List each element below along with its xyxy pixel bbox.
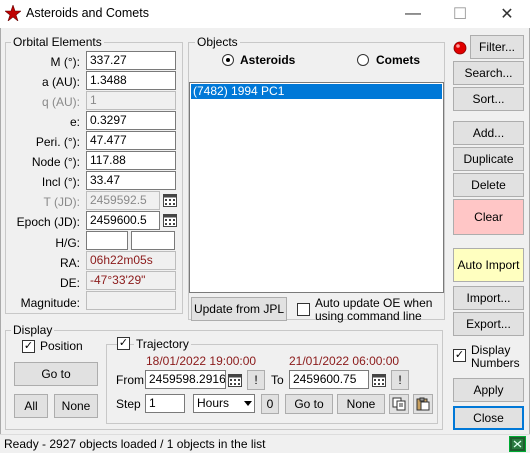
copy-icon xyxy=(392,397,406,411)
q-label: q (AU): xyxy=(41,95,80,109)
app-star-icon xyxy=(5,5,21,21)
m-label: M (°): xyxy=(50,55,80,69)
from-now-button[interactable]: ! xyxy=(247,370,265,390)
hg-label: H/G: xyxy=(55,236,80,250)
clear-button[interactable]: Clear xyxy=(453,199,524,235)
resize-grip-icon[interactable] xyxy=(509,436,526,452)
incl-input[interactable]: 33.47 xyxy=(86,171,176,190)
trajectory-none-button[interactable]: None xyxy=(337,394,385,414)
step-zero-button[interactable]: 0 xyxy=(261,394,279,414)
title-bar: Asteroids and Comets — ☐ ✕ xyxy=(0,0,530,28)
node-label: Node (°): xyxy=(31,155,80,169)
filter-led-icon xyxy=(453,41,467,55)
status-text: Ready - 2927 objects loaded / 1 objects … xyxy=(4,437,266,451)
window-title: Asteroids and Comets xyxy=(26,6,149,20)
auto-import-button[interactable]: Auto Import xyxy=(453,248,524,282)
auto-update-checkbox[interactable] xyxy=(297,303,310,316)
export-button[interactable]: Export... xyxy=(453,312,524,336)
incl-label: Incl (°): xyxy=(41,175,80,189)
minimize-button[interactable]: — xyxy=(390,0,436,28)
node-input[interactable]: 117.88 xyxy=(86,151,176,170)
t-input: 2459592.5 xyxy=(86,191,160,210)
t-calendar-icon[interactable] xyxy=(163,193,177,207)
close-window-button[interactable]: ✕ xyxy=(484,0,530,28)
to-input[interactable]: 2459600.75 xyxy=(289,370,369,389)
e-input[interactable]: 0.3297 xyxy=(86,111,176,130)
peri-input[interactable]: 47.477 xyxy=(86,131,176,150)
e-label: e: xyxy=(69,115,80,129)
all-button[interactable]: All xyxy=(14,394,48,418)
peri-label: Peri. (°): xyxy=(35,135,80,149)
to-date-text: 21/01/2022 06:00:00 xyxy=(289,354,400,368)
step-input[interactable]: 1 xyxy=(145,394,185,413)
from-date-text: 18/01/2022 19:00:00 xyxy=(146,354,257,368)
position-label: Position xyxy=(40,339,83,353)
t-label: T (JD): xyxy=(43,195,80,209)
goto-button[interactable]: Go to xyxy=(14,362,98,386)
add-button[interactable]: Add... xyxy=(453,121,524,145)
step-unit-value: Hours xyxy=(197,396,230,410)
a-input[interactable]: 1.3488 xyxy=(86,71,176,90)
copy-button[interactable] xyxy=(389,394,409,414)
step-label: Step xyxy=(116,397,141,411)
paste-icon xyxy=(416,397,430,411)
delete-button[interactable]: Delete xyxy=(453,173,524,197)
import-button[interactable]: Import... xyxy=(453,286,524,310)
auto-update-label: Auto update OE when using command line xyxy=(315,296,433,323)
q-input: 1 xyxy=(86,91,176,110)
from-calendar-icon[interactable] xyxy=(228,373,242,387)
chevron-down-icon xyxy=(244,401,252,406)
to-now-button[interactable]: ! xyxy=(391,370,409,390)
de-value: -47°33'29" xyxy=(86,271,176,290)
comets-radio-label[interactable]: Comets xyxy=(376,53,420,67)
magnitude-value xyxy=(86,291,176,310)
a-label: a (AU): xyxy=(41,75,80,89)
g-input[interactable] xyxy=(131,231,175,250)
trajectory-goto-button[interactable]: Go to xyxy=(285,394,333,414)
asteroids-radio[interactable] xyxy=(222,54,234,66)
paste-button[interactable] xyxy=(413,394,433,414)
search-button[interactable]: Search... xyxy=(453,61,524,85)
epoch-calendar-icon[interactable] xyxy=(163,213,177,227)
trajectory-checkbox[interactable]: ✓ xyxy=(117,337,130,350)
orbital-elements-label: Orbital Elements xyxy=(11,35,104,49)
de-label: DE: xyxy=(59,276,80,290)
to-label: To xyxy=(271,373,284,387)
status-bar: Ready - 2927 objects loaded / 1 objects … xyxy=(0,434,530,453)
asteroids-radio-label[interactable]: Asteroids xyxy=(240,53,295,67)
filter-button[interactable]: Filter... xyxy=(470,35,524,59)
maximize-button[interactable]: ☐ xyxy=(437,0,483,28)
apply-button[interactable]: Apply xyxy=(453,378,524,402)
objects-list[interactable]: (7482) 1994 PC1 xyxy=(189,82,444,293)
display-label: Display xyxy=(11,323,55,337)
h-input[interactable] xyxy=(86,231,128,250)
duplicate-button[interactable]: Duplicate xyxy=(453,147,524,171)
epoch-input[interactable]: 2459600.5 xyxy=(86,211,160,230)
from-input[interactable]: 2459598.29167 xyxy=(145,370,226,389)
trajectory-label: Trajectory xyxy=(134,337,191,351)
comets-radio[interactable] xyxy=(357,54,369,66)
close-button[interactable]: Close xyxy=(453,406,524,430)
epoch-label: Epoch (JD): xyxy=(16,215,80,229)
list-item[interactable]: (7482) 1994 PC1 xyxy=(191,84,442,99)
none-button[interactable]: None xyxy=(54,394,98,418)
ra-label: RA: xyxy=(59,256,80,270)
ra-value: 06h22m05s xyxy=(86,251,176,270)
display-numbers-label: Display Numbers xyxy=(471,343,520,370)
sort-button[interactable]: Sort... xyxy=(453,87,524,111)
objects-label: Objects xyxy=(195,35,240,49)
m-input[interactable]: 337.27 xyxy=(86,51,176,70)
display-numbers-checkbox[interactable]: ✓ xyxy=(453,349,466,362)
position-checkbox[interactable]: ✓ xyxy=(22,340,35,353)
to-calendar-icon[interactable] xyxy=(372,373,386,387)
from-label: From xyxy=(116,373,144,387)
step-unit-select[interactable]: Hours xyxy=(193,394,255,413)
update-from-jpl-button[interactable]: Update from JPL xyxy=(191,297,287,321)
magnitude-label: Magnitude: xyxy=(20,296,80,310)
